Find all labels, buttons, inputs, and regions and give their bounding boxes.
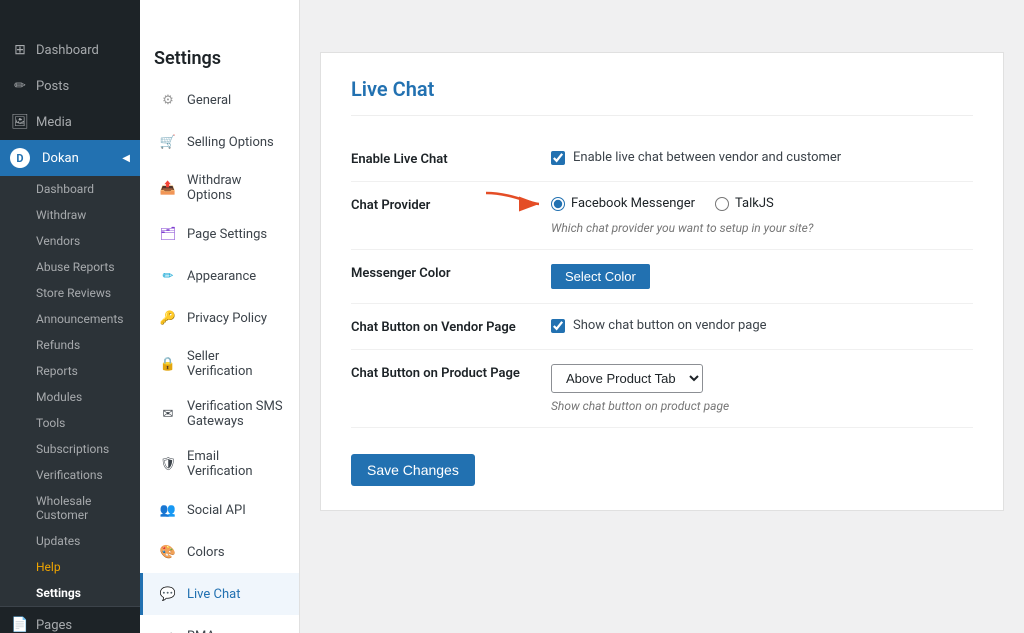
submenu-tools[interactable]: Tools — [0, 410, 140, 436]
main-content: Live Chat Enable Live Chat Enable live c… — [300, 0, 1024, 633]
vendor-chat-checkbox[interactable] — [551, 319, 565, 333]
chat-provider-row: Chat Provider — [351, 182, 973, 250]
settings-title: Settings — [140, 32, 299, 79]
enable-live-chat-label: Enable Live Chat — [351, 150, 551, 167]
radio-facebook-messenger[interactable]: Facebook Messenger — [551, 196, 695, 211]
live-chat-panel: Live Chat Enable Live Chat Enable live c… — [320, 52, 1004, 511]
sidebar-item-media[interactable]: 🖼 Media — [0, 104, 140, 140]
settings-nav-email-verification[interactable]: 🛡 Email Verification — [140, 439, 299, 489]
pages-icon: 📄 — [10, 615, 30, 633]
withdraw-icon: 📤 — [157, 177, 179, 199]
submenu-help[interactable]: Help — [0, 554, 140, 580]
messenger-color-row: Messenger Color Select Color — [351, 250, 973, 304]
chat-button-vendor-label: Chat Button on Vendor Page — [351, 318, 551, 335]
red-arrow-indicator — [481, 188, 546, 220]
sidebar-item-dokan[interactable]: D Dokan ◀ — [0, 140, 140, 176]
settings-nav-selling-options[interactable]: 🛒 Selling Options — [140, 121, 299, 163]
panel-title: Live Chat — [351, 77, 973, 116]
dokan-arrow: ◀ — [122, 153, 130, 164]
settings-navigation: Settings ⚙ General 🛒 Selling Options 📤 W… — [140, 0, 300, 633]
enable-live-chat-control: Enable live chat between vendor and cust… — [551, 150, 973, 165]
sidebar-section-bottom: 📄 Pages 💬 Comments 🛒 WooCommerce — [0, 606, 140, 633]
gear-icon: ⚙ — [157, 89, 179, 111]
talkjs-label: TalkJS — [735, 196, 774, 211]
settings-nav-seller-verification[interactable]: 🔒 Seller Verification — [140, 339, 299, 389]
select-color-button[interactable]: Select Color — [551, 264, 650, 289]
live-chat-icon: 💬 — [157, 583, 179, 605]
submenu-abuse-reports[interactable]: Abuse Reports — [0, 254, 140, 280]
chat-button-vendor-control: Show chat button on vendor page — [551, 318, 973, 333]
chat-button-product-control: Above Product TabBelow Product TabIn Tab… — [551, 364, 973, 413]
email-icon: 🛡 — [157, 453, 179, 475]
submenu-updates[interactable]: Updates — [0, 528, 140, 554]
settings-nav-general[interactable]: ⚙ General — [140, 79, 299, 121]
chat-button-vendor-checkbox-row: Show chat button on vendor page — [551, 318, 973, 333]
facebook-label: Facebook Messenger — [571, 196, 695, 211]
radio-talkjs[interactable]: TalkJS — [715, 196, 774, 211]
settings-nav-colors[interactable]: 🎨 Colors — [140, 531, 299, 573]
colors-icon: 🎨 — [157, 541, 179, 563]
messenger-color-control: Select Color — [551, 264, 973, 289]
submenu-store-reviews[interactable]: Store Reviews — [0, 280, 140, 306]
settings-nav-rma[interactable]: ↩ RMA — [140, 615, 299, 633]
facebook-radio[interactable] — [551, 197, 565, 211]
messenger-color-label: Messenger Color — [351, 264, 551, 281]
cart-icon: 🛒 — [157, 131, 179, 153]
dokan-submenu: Dashboard Withdraw Vendors Abuse Reports… — [0, 176, 140, 606]
seller-icon: 🔒 — [157, 353, 179, 375]
enable-live-chat-checkbox-label: Enable live chat between vendor and cust… — [573, 150, 841, 165]
sidebar-item-dashboard[interactable]: ⊞ Dashboard — [0, 32, 140, 68]
submenu-verifications[interactable]: Verifications — [0, 462, 140, 488]
dokan-icon: D — [10, 148, 30, 168]
settings-nav-withdraw-options[interactable]: 📤 Withdraw Options — [140, 163, 299, 213]
rma-icon: ↩ — [157, 625, 179, 633]
chat-button-product-label: Chat Button on Product Page — [351, 364, 551, 381]
product-page-helper: Show chat button on product page — [551, 399, 973, 413]
enable-live-chat-row: Enable Live Chat Enable live chat betwee… — [351, 136, 973, 182]
submenu-modules[interactable]: Modules — [0, 384, 140, 410]
save-changes-button[interactable]: Save Changes — [351, 454, 475, 486]
chat-provider-helper: Which chat provider you want to setup in… — [551, 221, 973, 235]
submenu-withdraw[interactable]: Withdraw — [0, 202, 140, 228]
submenu-dashboard[interactable]: Dashboard — [0, 176, 140, 202]
privacy-icon: 🔑 — [157, 307, 179, 329]
chat-provider-control: Facebook Messenger TalkJS Which chat pro… — [551, 196, 973, 235]
posts-icon: ✏ — [10, 76, 30, 96]
social-icon: 👥 — [157, 499, 179, 521]
submenu-settings[interactable]: Settings — [0, 580, 140, 606]
submenu-subscriptions[interactable]: Subscriptions — [0, 436, 140, 462]
settings-nav-verification-sms[interactable]: ✉ Verification SMS Gateways — [140, 389, 299, 439]
chat-button-vendor-row: Chat Button on Vendor Page Show chat but… — [351, 304, 973, 350]
sidebar-item-pages[interactable]: 📄 Pages — [0, 607, 140, 633]
wp-admin-sidebar: ⊞ Dashboard ✏ Posts 🖼 Media D Dokan ◀ Da… — [0, 0, 140, 633]
talkjs-radio[interactable] — [715, 197, 729, 211]
submenu-reports[interactable]: Reports — [0, 358, 140, 384]
submenu-announcements[interactable]: Announcements — [0, 306, 140, 332]
enable-live-chat-checkbox[interactable] — [551, 151, 565, 165]
save-row: Save Changes — [351, 428, 973, 486]
submenu-refunds[interactable]: Refunds — [0, 332, 140, 358]
settings-nav-appearance[interactable]: ✏ Appearance — [140, 255, 299, 297]
page-settings-icon: 🗂 — [157, 223, 179, 245]
dashboard-icon: ⊞ — [10, 40, 30, 60]
submenu-vendors[interactable]: Vendors — [0, 228, 140, 254]
sidebar-item-posts[interactable]: ✏ Posts — [0, 68, 140, 104]
vendor-chat-label: Show chat button on vendor page — [573, 318, 767, 333]
enable-live-chat-checkbox-row: Enable live chat between vendor and cust… — [551, 150, 973, 165]
chat-provider-radio-group: Facebook Messenger TalkJS — [551, 196, 774, 211]
appearance-icon: ✏ — [157, 265, 179, 287]
chat-button-product-row: Chat Button on Product Page Above Produc… — [351, 350, 973, 428]
settings-nav-live-chat[interactable]: 💬 Live Chat — [140, 573, 299, 615]
media-icon: 🖼 — [10, 112, 30, 132]
settings-nav-page-settings[interactable]: 🗂 Page Settings — [140, 213, 299, 255]
product-page-position-select[interactable]: Above Product TabBelow Product TabIn Tab — [551, 364, 703, 393]
sms-icon: ✉ — [157, 403, 179, 425]
settings-nav-privacy-policy[interactable]: 🔑 Privacy Policy — [140, 297, 299, 339]
submenu-wholesale-customer[interactable]: Wholesale Customer — [0, 488, 140, 528]
settings-nav-social-api[interactable]: 👥 Social API — [140, 489, 299, 531]
